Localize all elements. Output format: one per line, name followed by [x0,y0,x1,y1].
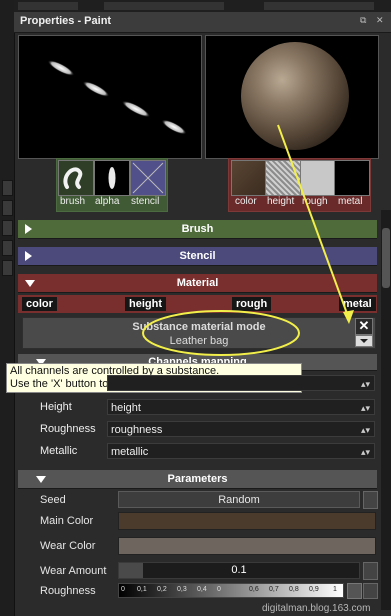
watermark-text: digitalman.blog.163.com [262,603,371,614]
annotation-arrow-line [277,124,350,320]
annotation-arrowhead [343,310,354,324]
annotation-overlay [142,124,354,356]
highlight-ellipse [142,310,300,356]
